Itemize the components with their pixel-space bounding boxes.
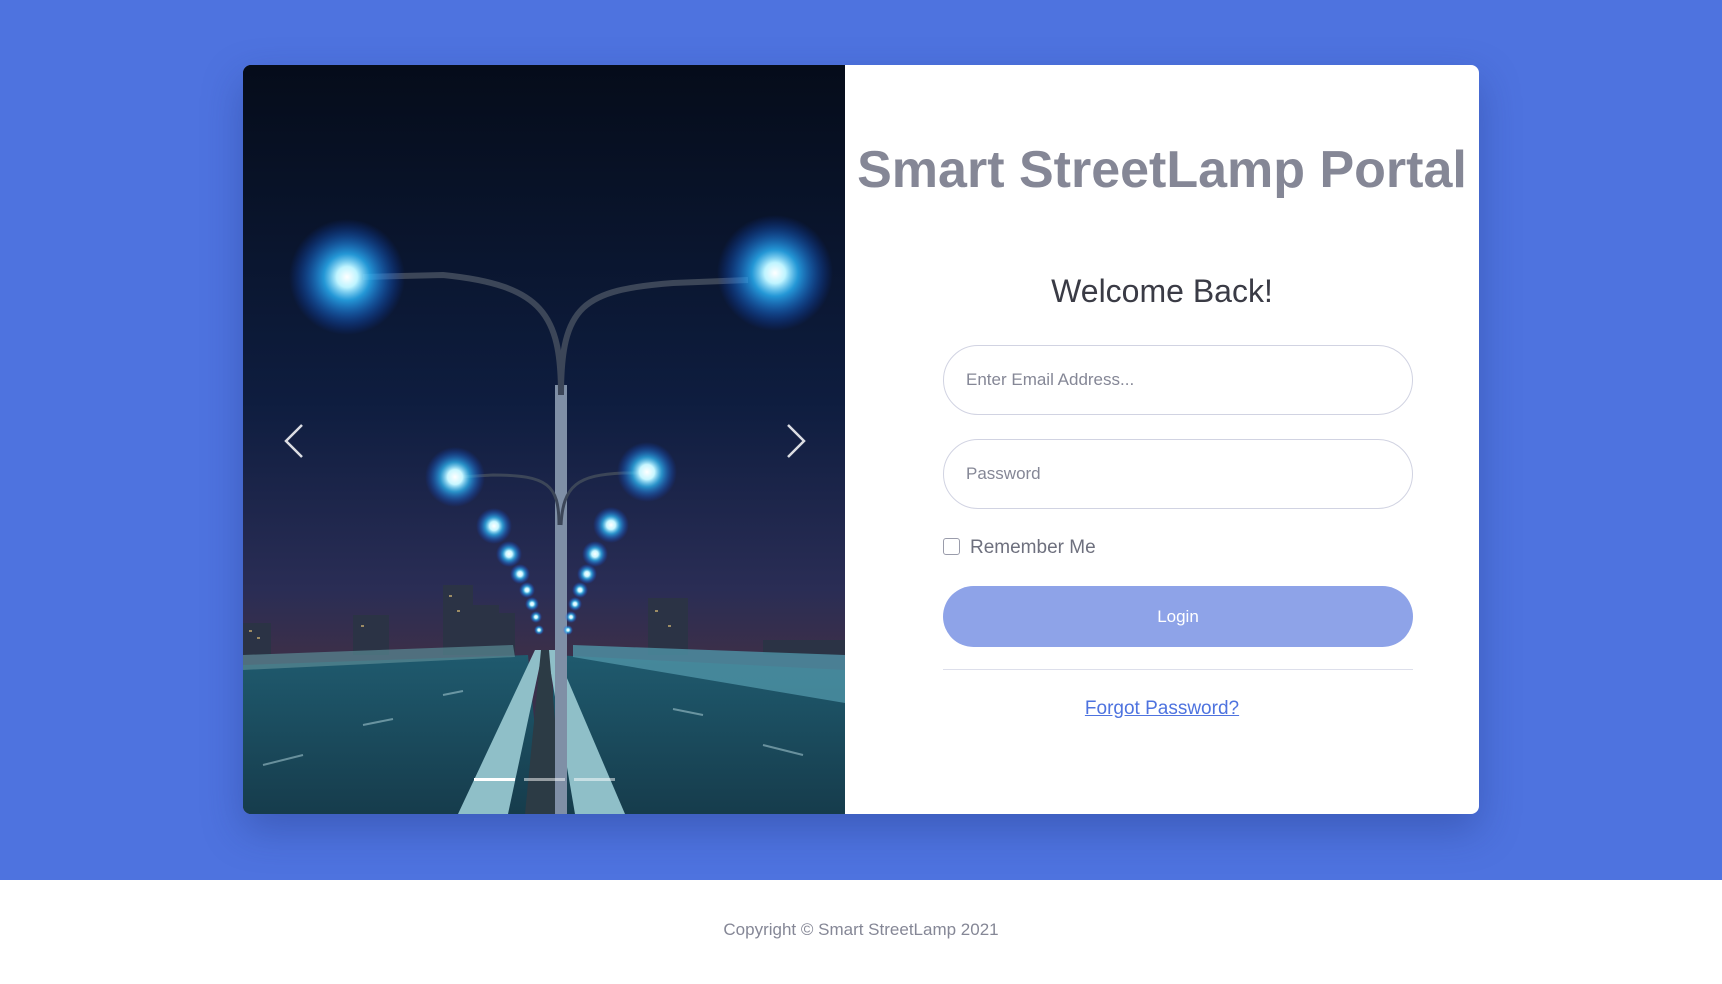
carousel-indicators bbox=[243, 775, 845, 785]
remember-me-label[interactable]: Remember Me bbox=[970, 537, 1096, 559]
forgot-password-link[interactable]: Forgot Password? bbox=[1085, 698, 1239, 719]
login-form-panel: Smart StreetLamp Portal Welcome Back! Re… bbox=[845, 65, 1479, 814]
remember-me-checkbox[interactable] bbox=[943, 537, 960, 555]
footer: Copyright © Smart StreetLamp 2021 bbox=[0, 880, 1722, 984]
page-title-text: Smart StreetLamp Portal bbox=[857, 141, 1467, 199]
carousel-indicator-2[interactable] bbox=[523, 778, 565, 781]
email-field[interactable] bbox=[943, 345, 1413, 415]
login-button[interactable]: Login bbox=[943, 586, 1413, 647]
carousel-prev-button[interactable] bbox=[263, 405, 323, 475]
page-title: Smart StreetLamp Portal bbox=[845, 137, 1479, 203]
carousel-indicator-1[interactable] bbox=[473, 778, 515, 781]
forgot-password-row: Forgot Password? bbox=[845, 698, 1479, 720]
welcome-heading: Welcome Back! bbox=[1051, 273, 1273, 309]
night-bridge-streetlamps-image bbox=[243, 65, 845, 814]
remember-me-row: Remember Me bbox=[943, 535, 1096, 561]
chevron-left-icon bbox=[284, 424, 303, 458]
copyright-text: Copyright © Smart StreetLamp 2021 bbox=[723, 920, 999, 939]
carousel-indicator-3[interactable] bbox=[573, 778, 615, 781]
password-field[interactable] bbox=[943, 439, 1413, 509]
carousel-next-button[interactable] bbox=[765, 405, 825, 475]
divider bbox=[943, 669, 1413, 670]
login-card: Smart StreetLamp Portal Welcome Back! Re… bbox=[243, 65, 1479, 814]
image-carousel bbox=[243, 65, 845, 814]
chevron-right-icon bbox=[787, 424, 806, 458]
